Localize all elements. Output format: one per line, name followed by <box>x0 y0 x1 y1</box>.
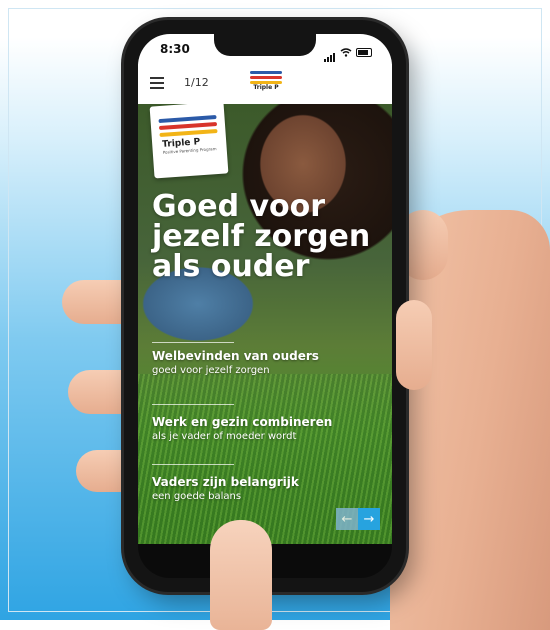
phone: 8:30 1/12 Triple P Triple P Positive Par… <box>124 20 406 592</box>
page-counter: 1/12 <box>184 76 209 89</box>
notch <box>214 34 316 56</box>
navbar-logo[interactable]: Triple P <box>246 69 286 99</box>
link-title: Werk en gezin combineren <box>152 415 333 429</box>
divider <box>152 464 234 465</box>
link-title: Welbevinden van ouders <box>152 349 319 363</box>
battery-icon <box>356 48 372 57</box>
navbar-logo-text: Triple P <box>253 84 279 91</box>
divider <box>152 404 234 405</box>
wifi-icon <box>340 48 352 57</box>
finger-right-2 <box>396 300 432 390</box>
link-vaders[interactable]: Vaders zijn belangrijk een goede balans <box>152 464 382 502</box>
status-time: 8:30 <box>160 42 190 56</box>
hero-logo-card: Triple P Positive Parenting Program <box>149 104 229 179</box>
arrow-right-icon[interactable]: → <box>358 508 380 530</box>
phone-screen: 8:30 1/12 Triple P Triple P Positive Par… <box>138 34 392 544</box>
thumb <box>210 520 272 630</box>
menu-icon[interactable] <box>150 77 164 89</box>
link-subtitle: goed voor jezelf zorgen <box>152 365 270 376</box>
carousel-arrows: ← → <box>336 508 380 530</box>
page-headline: Goed voor jezelf zorgen als ouder <box>152 189 371 284</box>
link-subtitle: een goede balans <box>152 491 242 502</box>
status-icons <box>324 43 372 62</box>
arrow-left-icon[interactable]: ← <box>336 508 358 530</box>
link-title: Vaders zijn belangrijk <box>152 475 299 489</box>
link-welbevinden[interactable]: Welbevinden van ouders goed voor jezelf … <box>152 342 382 376</box>
hero: Triple P Positive Parenting Program Goed… <box>138 104 392 544</box>
navbar: 1/12 Triple P <box>138 64 392 105</box>
link-werk-gezin[interactable]: Werk en gezin combineren als je vader of… <box>152 404 382 442</box>
link-subtitle: als je vader of moeder wordt <box>152 431 297 442</box>
signal-icon <box>324 43 336 62</box>
divider <box>152 342 234 343</box>
